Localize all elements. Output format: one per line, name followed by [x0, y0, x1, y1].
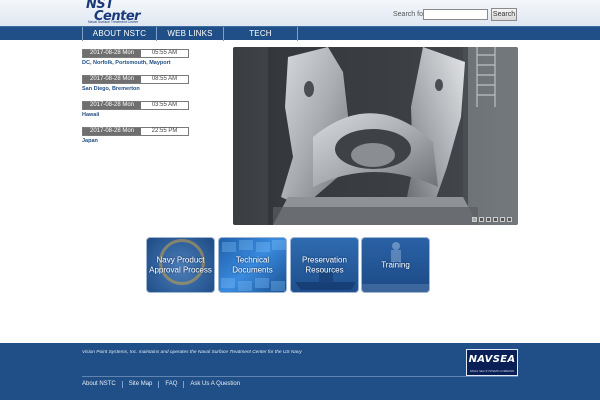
footer-credit: Vision Point Systems, Inc. maintains and…	[82, 350, 302, 355]
slide-dot[interactable]	[479, 217, 484, 222]
tile-label: Navy Product Approval Process	[149, 255, 212, 275]
world-clock: 2017-08-28 Mon 08:55 AM San Diego, Breme…	[82, 75, 189, 92]
footer-links: About NSTC Site Map FAQ Ask Us A Questio…	[82, 381, 246, 388]
clock-location: Hawaii	[82, 112, 100, 118]
header: NST Center Naval Surface Treatment Cente…	[0, 0, 600, 26]
navsea-subtitle: NAVAL SEA SYSTEMS COMMAND	[469, 369, 515, 373]
footer-link-site-map[interactable]: Site Map	[121, 381, 159, 388]
tile-label: Technical Documents	[232, 255, 273, 275]
clock-time: 05:55 AM	[141, 50, 188, 57]
slide-dot[interactable]	[500, 217, 505, 222]
slide-dot[interactable]	[507, 217, 512, 222]
page: NST Center Naval Surface Treatment Cente…	[0, 0, 600, 400]
clock-time: 22:55 PM	[141, 128, 188, 135]
clock-date: 2017-08-28 Mon	[83, 128, 141, 135]
clock-date: 2017-08-28 Mon	[83, 50, 141, 57]
main-nav: ABOUT NSTC WEB LINKS TECH DOCUMENTS	[0, 26, 600, 51]
slide-dot[interactable]	[493, 217, 498, 222]
nav-item-web-links[interactable]: WEB LINKS	[157, 27, 224, 41]
nstc-logo[interactable]: NST Center Naval Surface Treatment Cente…	[86, 0, 152, 25]
tile-label: Preservation Resources	[302, 255, 347, 275]
clock-location: Japan	[82, 138, 98, 144]
clock-display: 2017-08-28 Mon 05:55 AM	[82, 49, 189, 58]
slide-dot[interactable]	[486, 217, 491, 222]
tile-navy-product-approval[interactable]: Navy Product Approval Process	[146, 237, 215, 293]
clock-display: 2017-08-28 Mon 22:55 PM	[82, 127, 189, 136]
footer-link-faq[interactable]: FAQ	[158, 381, 183, 388]
slide-dot[interactable]	[472, 217, 477, 222]
clock-date: 2017-08-28 Mon	[83, 102, 141, 109]
clock-display: 2017-08-28 Mon 08:55 AM	[82, 75, 189, 84]
search-button[interactable]: Search	[491, 8, 517, 21]
logo-tagline: Naval Surface Treatment Center	[88, 20, 139, 24]
clock-location: San Diego, Bremerton	[82, 86, 140, 92]
footer-link-about[interactable]: About NSTC	[82, 381, 122, 388]
footer-divider	[82, 376, 518, 377]
clock-time: 03:55 AM	[141, 102, 188, 109]
nav-item-about[interactable]: ABOUT NSTC	[82, 27, 157, 41]
clock-location: DC, Norfolk, Portsmouth, Mayport	[82, 60, 171, 66]
clock-date: 2017-08-28 Mon	[83, 76, 141, 83]
footer: Vision Point Systems, Inc. maintains and…	[0, 343, 600, 400]
hero-slideshow[interactable]	[233, 47, 518, 225]
tile-preservation-resources[interactable]: Preservation Resources	[290, 237, 359, 293]
nav-item-tech-documents[interactable]: TECH DOCUMENTS	[224, 27, 298, 51]
slideshow-pager	[472, 217, 512, 222]
world-clock: 2017-08-28 Mon 05:55 AM DC, Norfolk, Por…	[82, 49, 189, 66]
world-clock: 2017-08-28 Mon 03:55 AM Hawaii	[82, 101, 189, 118]
footer-link-ask-question[interactable]: Ask Us A Question	[183, 381, 246, 388]
tile-technical-documents[interactable]: Technical Documents	[218, 237, 287, 293]
tile-training[interactable]: Training	[361, 237, 430, 293]
clock-time: 08:55 AM	[141, 76, 188, 83]
search-input[interactable]	[423, 9, 488, 20]
navsea-logo[interactable]: NAVSEA NAVAL SEA SYSTEMS COMMAND	[466, 349, 518, 376]
tile-label: Training	[381, 260, 410, 270]
clock-display: 2017-08-28 Mon 03:55 AM	[82, 101, 189, 110]
navsea-wordmark: NAVSEA	[468, 354, 516, 365]
hero-anchor-image	[233, 47, 518, 225]
world-clock: 2017-08-28 Mon 22:55 PM Japan	[82, 127, 189, 144]
